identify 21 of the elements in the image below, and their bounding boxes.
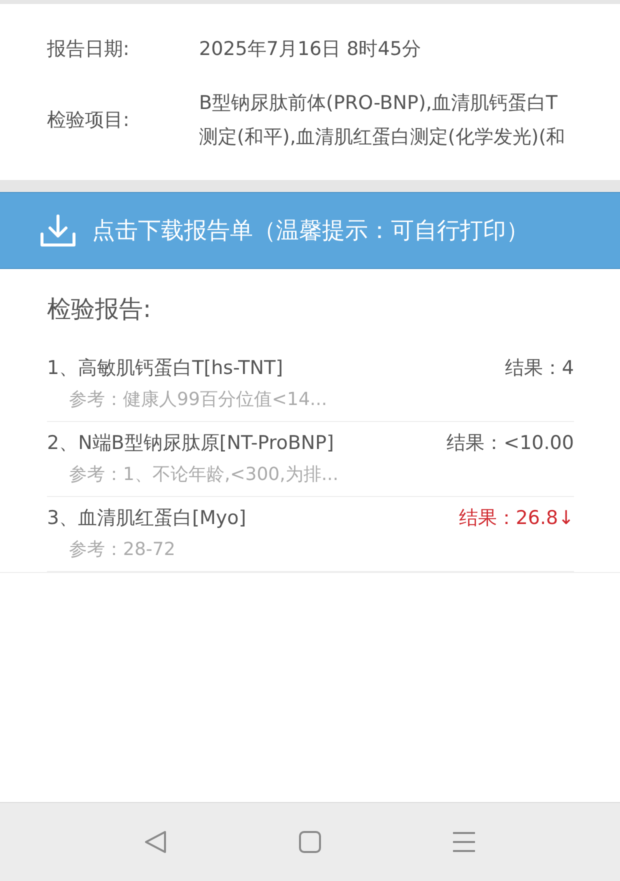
field-value: 2025年7月16日 8时45分 bbox=[199, 37, 422, 62]
result-item[interactable]: 1、高敏肌钙蛋白T[hs-TNT] 结果：4 参考：健康人99百分位值<14... bbox=[47, 347, 574, 422]
reference-range: 参考：健康人99百分位值<14... bbox=[68, 388, 328, 411]
test-name: 2、N端B型钠尿肽原[NT-ProBNP] bbox=[47, 431, 334, 456]
reference-range: 参考：28-72 bbox=[68, 538, 176, 561]
back-icon[interactable] bbox=[145, 831, 167, 853]
result-item[interactable]: 3、血清肌红蛋白[Myo] 结果：26.8↓ 参考：28-72 bbox=[47, 497, 574, 572]
result-value: 结果：4 bbox=[504, 356, 574, 381]
test-name: 3、血清肌红蛋白[Myo] bbox=[47, 506, 246, 531]
result-value: 结果：26.8↓ bbox=[458, 506, 574, 531]
result-item[interactable]: 2、N端B型钠尿肽原[NT-ProBNP] 结果：<10.00 参考：1、不论年龄,<300,为排... bbox=[47, 422, 574, 497]
reference-range: 参考：1、不论年龄,<300,为排... bbox=[68, 463, 340, 486]
field-label: 检验项目: bbox=[47, 108, 130, 133]
home-icon[interactable] bbox=[299, 831, 321, 853]
section-title: 检验报告: bbox=[47, 294, 152, 325]
result-value: 结果：<10.00 bbox=[446, 431, 574, 456]
menu-icon[interactable] bbox=[453, 831, 475, 853]
field-label: 报告日期: bbox=[47, 37, 130, 62]
test-name: 1、高敏肌钙蛋白T[hs-TNT] bbox=[47, 356, 283, 381]
download-icon bbox=[40, 214, 76, 248]
field-value: B型钠尿肽前体(PRO-BNP),血清肌钙蛋白T测定(和平),血清肌红蛋白测定(化学发光)(和 bbox=[199, 91, 566, 150]
